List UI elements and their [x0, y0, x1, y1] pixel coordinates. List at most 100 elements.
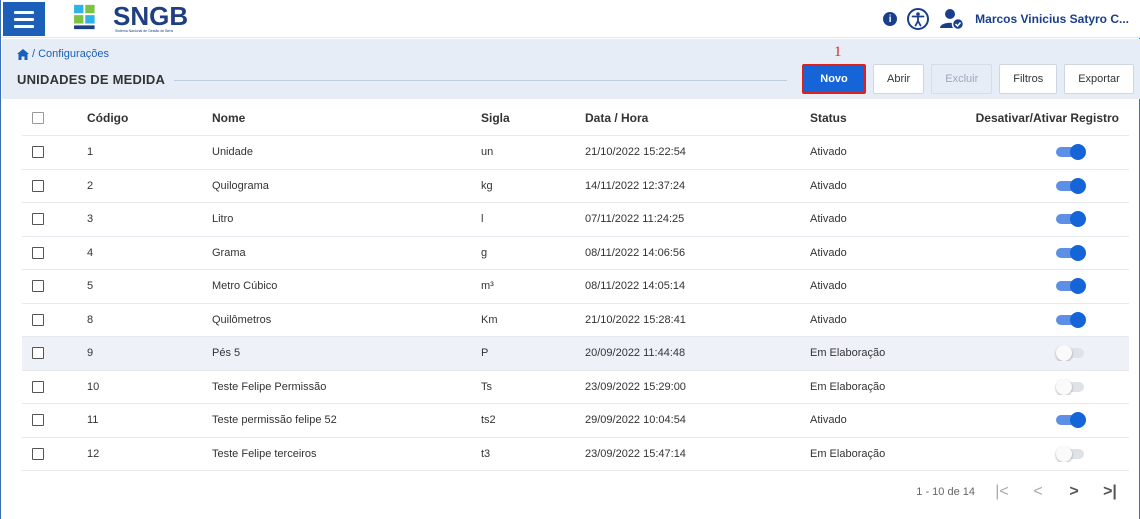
table-row[interactable]: 3 Litro l 07/11/2022 11:24:25 Ativado	[22, 202, 1129, 236]
cell-data: 08/11/2022 14:05:14	[585, 280, 686, 293]
top-bar: SNGB Sistema Nacional de Gestão de Bens …	[1, 0, 1140, 38]
cell-nome: Teste permissão felipe 52	[212, 414, 337, 427]
breadcrumb: / Configurações	[17, 48, 109, 60]
cell-status: Ativado	[810, 246, 847, 259]
active-toggle[interactable]	[1056, 378, 1086, 395]
home-icon[interactable]	[17, 48, 29, 60]
cell-status: Ativado	[810, 213, 847, 226]
cell-codigo: 11	[87, 414, 99, 427]
table-row[interactable]: 12 Teste Felipe terceiros t3 23/09/2022 15:…	[22, 436, 1129, 471]
cell-nome: Pés 5	[212, 347, 241, 360]
info-icon[interactable]: i	[883, 12, 898, 26]
cell-nome: Teste Felipe terceiros	[212, 447, 317, 460]
table-header: Código Nome Sigla Data / Hora Status Des…	[22, 101, 1129, 135]
table-row[interactable]: 10 Teste Felipe Permissão Ts 23/09/2022 15:…	[22, 369, 1129, 404]
prev-page-button[interactable]: <	[1029, 483, 1047, 501]
cell-status: Em Elaboração	[810, 447, 886, 460]
table-row[interactable]: 1 Unidade un 21/10/2022 15:22:54 Ativado	[22, 135, 1129, 169]
title-divider	[174, 80, 787, 81]
cell-sigla: g	[481, 246, 488, 259]
header-sigla[interactable]: Sigla	[466, 111, 570, 125]
cell-codigo: 12	[87, 447, 100, 460]
cell-sigla: t3	[481, 447, 491, 460]
user-check-icon[interactable]	[939, 7, 965, 31]
row-checkbox[interactable]	[32, 213, 44, 226]
novo-button[interactable]: Novo	[802, 64, 866, 94]
cell-sigla: l	[481, 213, 484, 226]
table-row[interactable]: 5 Metro Cúbico m³ 08/11/2022 14:05:14 Ativad…	[22, 269, 1129, 303]
cell-sigla: un	[481, 146, 494, 159]
first-page-button[interactable]: |<	[993, 483, 1011, 501]
toolbar: Novo Abrir Excluir Filtros Exportar	[802, 64, 1134, 94]
active-toggle[interactable]	[1056, 412, 1086, 429]
last-page-button[interactable]: >|	[1101, 483, 1119, 501]
logo-text: SNGB	[113, 1, 189, 31]
active-toggle[interactable]	[1056, 244, 1086, 261]
active-toggle[interactable]	[1056, 144, 1086, 161]
cell-sigla: ts2	[481, 414, 496, 427]
cell-data: 29/09/2022 10:04:54	[585, 414, 686, 427]
step-annotation: 1	[834, 44, 842, 60]
row-checkbox[interactable]	[32, 347, 44, 360]
cell-data: 14/11/2022 12:37:24	[585, 179, 686, 192]
active-toggle[interactable]	[1056, 445, 1086, 462]
active-toggle[interactable]	[1056, 345, 1086, 362]
cell-status: Em Elaboração	[810, 380, 886, 393]
table-row[interactable]: 9 Pés 5 P 20/09/2022 11:44:48 Em Elaboração	[22, 336, 1129, 370]
cell-data: 21/10/2022 15:22:54	[585, 146, 686, 159]
row-checkbox[interactable]	[32, 414, 44, 427]
cell-codigo: 9	[87, 347, 94, 360]
header-nome[interactable]: Nome	[197, 111, 466, 125]
exportar-button[interactable]: Exportar	[1064, 64, 1134, 94]
row-checkbox[interactable]	[32, 179, 44, 192]
cell-sigla: Km	[481, 313, 498, 326]
header-codigo[interactable]: Código	[72, 111, 197, 125]
table-row[interactable]: 8 Quilômetros Km 21/10/2022 15:28:41 Ativado	[22, 302, 1129, 337]
row-checkbox[interactable]	[32, 447, 44, 460]
cell-data: 08/11/2022 14:06:56	[585, 246, 686, 259]
active-toggle[interactable]	[1056, 177, 1086, 194]
cell-status: Ativado	[810, 179, 847, 192]
filtros-button[interactable]: Filtros	[999, 64, 1058, 94]
row-checkbox[interactable]	[32, 380, 44, 393]
select-all-checkbox[interactable]	[32, 112, 44, 124]
excluir-button[interactable]: Excluir	[931, 64, 993, 94]
active-toggle[interactable]	[1056, 278, 1086, 295]
active-toggle[interactable]	[1056, 311, 1086, 328]
row-checkbox[interactable]	[32, 280, 44, 293]
cell-codigo: 2	[87, 179, 94, 192]
table-row[interactable]: 11 Teste permissão felipe 52 ts2 29/09/2022…	[22, 403, 1129, 437]
header-toggle: Desativar/Ativar Registro	[975, 111, 1119, 125]
hamburger-icon[interactable]	[3, 2, 45, 36]
table-row[interactable]: 4 Grama g 08/11/2022 14:06:56 Ativado	[22, 235, 1129, 270]
logo: SNGB Sistema Nacional de Gestão de Bens	[69, 1, 188, 35]
cell-status: Ativado	[810, 414, 847, 427]
cell-sigla: m³	[481, 280, 494, 293]
table-row[interactable]: 2 Quilograma kg 14/11/2022 12:37:24 Ativado	[22, 168, 1129, 203]
cell-nome: Quilograma	[212, 179, 269, 192]
cell-sigla: Ts	[481, 380, 492, 393]
cell-nome: Metro Cúbico	[212, 280, 278, 293]
page-title: UNIDADES DE MEDIDA	[17, 72, 166, 87]
row-checkbox[interactable]	[32, 146, 44, 159]
cell-nome: Teste Felipe Permissão	[212, 380, 327, 393]
data-table: Código Nome Sigla Data / Hora Status Des…	[22, 101, 1129, 471]
breadcrumb-label[interactable]: / Configurações	[32, 48, 109, 60]
row-checkbox[interactable]	[32, 313, 44, 326]
pagination-range: 1 - 10 de 14	[916, 486, 975, 498]
cell-codigo: 3	[87, 213, 94, 226]
user-name[interactable]: Marcos Vinicius Satyro C...	[975, 12, 1129, 26]
page-header: / Configurações UNIDADES DE MEDIDA Novo …	[2, 39, 1140, 99]
abrir-button[interactable]: Abrir	[873, 64, 925, 94]
next-page-button[interactable]: >	[1065, 483, 1083, 501]
table-body: 1 Unidade un 21/10/2022 15:22:54 Ativado 2 Qui…	[22, 135, 1129, 471]
header-data[interactable]: Data / Hora	[570, 111, 795, 125]
accessibility-icon[interactable]	[907, 8, 930, 30]
row-checkbox[interactable]	[32, 246, 44, 259]
active-toggle[interactable]	[1056, 211, 1086, 228]
cell-codigo: 4	[87, 246, 94, 259]
app-frame: SNGB Sistema Nacional de Gestão de Bens …	[0, 0, 1140, 519]
cell-nome: Unidade	[212, 146, 253, 159]
header-status[interactable]: Status	[795, 111, 945, 125]
cell-codigo: 5	[87, 280, 94, 293]
